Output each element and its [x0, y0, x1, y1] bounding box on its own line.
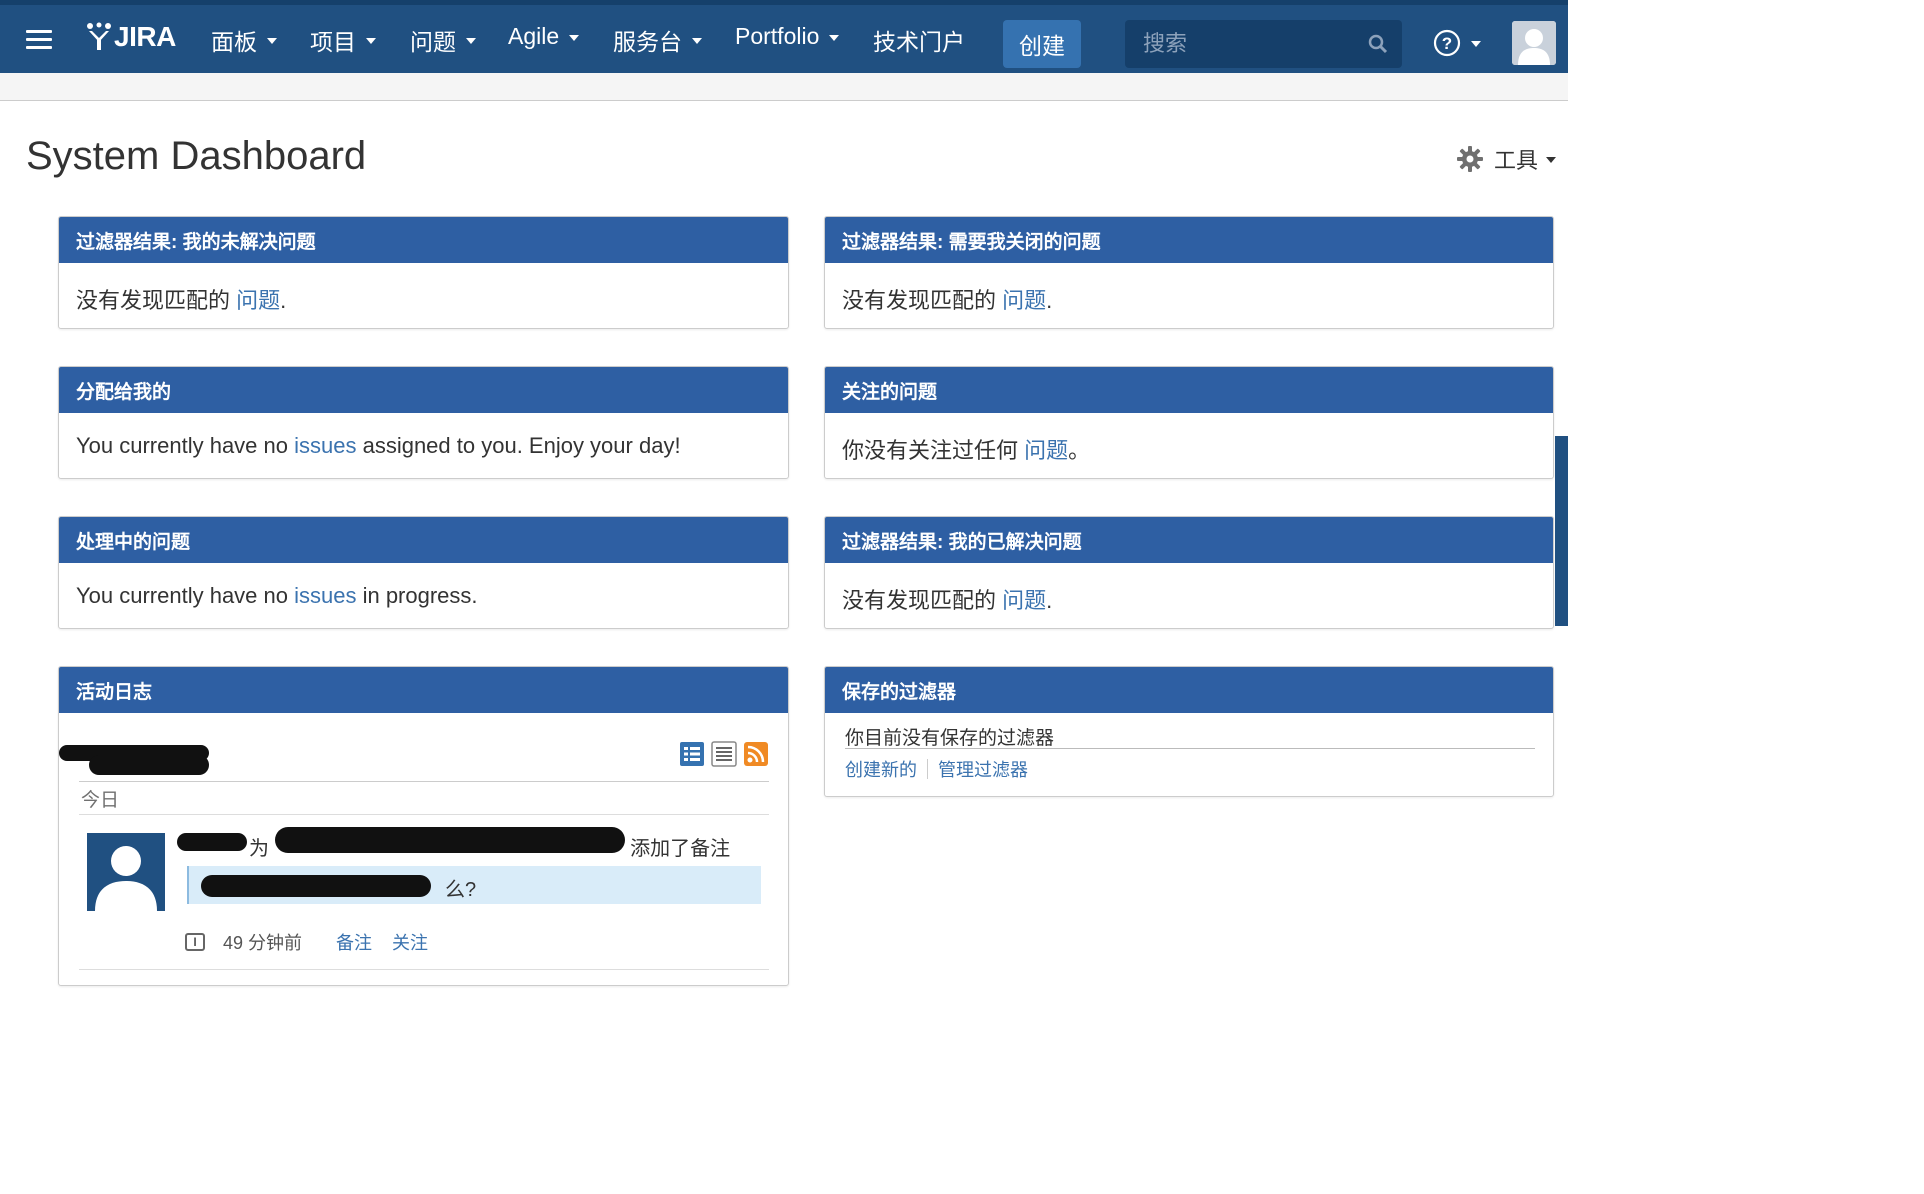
nav-dashboards[interactable]: 面板 — [211, 23, 277, 57]
gadget-issues-to-close: 过滤器结果: 需要我关闭的问题 没有发现匹配的 问题. — [824, 216, 1554, 329]
issues-link[interactable]: issues — [294, 433, 356, 458]
nav-service-desk[interactable]: 服务台 — [613, 23, 702, 57]
gadget-title: 分配给我的 — [59, 367, 788, 413]
gadget-title: 关注的问题 — [825, 367, 1553, 413]
issues-link[interactable]: 问题 — [1024, 438, 1068, 463]
issue-type-icon: I — [185, 933, 205, 951]
today-label: 今日 — [81, 790, 120, 811]
activity-footer: I 49 分钟前 备注 关注 — [185, 929, 428, 955]
user-silhouette-icon — [1512, 21, 1556, 65]
redacted-scribble — [201, 875, 431, 897]
gadget-resolved-issues: 过滤器结果: 我的已解决问题 没有发现匹配的 问题. — [824, 516, 1554, 629]
list-view-icon[interactable] — [711, 741, 737, 767]
stream-view-controls — [679, 741, 769, 767]
user-avatar[interactable] — [1512, 21, 1556, 65]
chevron-down-icon — [569, 34, 580, 41]
divider — [79, 814, 769, 815]
nav-issues[interactable]: 问题 — [410, 23, 476, 57]
comment-link[interactable]: 备注 — [336, 929, 372, 955]
chevron-down-icon — [692, 38, 702, 44]
logo-text: JIRA — [114, 21, 176, 52]
nav-portfolio-label: Portfolio — [735, 23, 820, 49]
chevron-down-icon — [267, 38, 277, 44]
activity-time: 49 分钟前 — [223, 933, 303, 953]
gadget-activity-stream: 活动日志 今日 为 添加了备注 么? I 49 分钟前 备注 关注 — [58, 666, 789, 986]
user-silhouette-icon — [87, 833, 165, 911]
divider — [79, 969, 769, 970]
nav-projects[interactable]: 项目 — [310, 23, 376, 57]
rss-feed-icon[interactable] — [743, 741, 769, 767]
comment-quote-text: 么? — [445, 879, 477, 901]
gadget-watched-issues: 关注的问题 你没有关注过任何 问题。 — [824, 366, 1554, 479]
page-title: System Dashboard — [26, 134, 367, 178]
issues-link[interactable]: issues — [294, 583, 356, 608]
saved-filters-links: 创建新的 管理过滤器 — [845, 756, 1028, 782]
link-separator — [927, 759, 928, 779]
sub-header-bar — [0, 73, 1568, 101]
manage-filters-link[interactable]: 管理过滤器 — [938, 756, 1028, 782]
chevron-down-icon — [466, 38, 476, 44]
gadget-message: 没有发现匹配的 问题. — [76, 288, 287, 313]
gadget-title: 处理中的问题 — [59, 517, 788, 563]
gadget-in-progress: 处理中的问题 You currently have no issues in p… — [58, 516, 789, 629]
nav-service-desk-label: 服务台 — [613, 29, 682, 55]
full-view-icon[interactable] — [679, 741, 705, 767]
activity-action: 添加了备注 — [630, 838, 731, 860]
menu-icon[interactable] — [26, 30, 52, 50]
gadget-title: 活动日志 — [59, 667, 788, 713]
search-input[interactable] — [1141, 30, 1355, 58]
nav-tech-portal[interactable]: 技术门户 — [873, 23, 965, 57]
gadget-message: 没有发现匹配的 问题. — [842, 288, 1053, 313]
tools-label: 工具 — [1494, 148, 1539, 173]
top-navigation-bar: JIRA 面板 项目 问题 Agile 服务台 Portfolio 技术门户 创… — [0, 0, 1568, 73]
saved-filters-message: 你目前没有保存的过滤器 — [845, 728, 1055, 749]
chevron-down-icon — [366, 38, 376, 44]
search-icon[interactable] — [1368, 34, 1388, 54]
chevron-down-icon — [829, 34, 840, 41]
jira-logo[interactable]: JIRA — [86, 21, 176, 53]
activity-user-avatar[interactable] — [87, 833, 165, 911]
gear-icon — [1457, 146, 1483, 172]
gadget-saved-filters: 保存的过滤器 你目前没有保存的过滤器 创建新的 管理过滤器 — [824, 666, 1554, 797]
search-box — [1125, 20, 1402, 68]
svg-text:?: ? — [1442, 34, 1452, 53]
gadget-message: You currently have no issues assigned to… — [76, 433, 681, 458]
redacted-scribble — [177, 833, 247, 851]
create-filter-link[interactable]: 创建新的 — [845, 756, 917, 782]
gadget-assigned-to-me: 分配给我的 You currently have no issues assig… — [58, 366, 789, 479]
divider — [845, 748, 1535, 749]
gadget-title: 过滤器结果: 我的已解决问题 — [825, 517, 1553, 563]
nav-dashboards-label: 面板 — [211, 29, 257, 55]
redacted-scribble — [89, 755, 209, 775]
issues-link[interactable]: 问题 — [1002, 288, 1046, 313]
issues-link[interactable]: 问题 — [1002, 588, 1046, 613]
gadget-title: 过滤器结果: 需要我关闭的问题 — [825, 217, 1553, 263]
redacted-scribble — [275, 827, 625, 853]
gadget-message: You currently have no issues in progress… — [76, 583, 478, 608]
help-menu[interactable]: ? — [1433, 29, 1481, 57]
feedback-tab[interactable] — [1555, 436, 1568, 626]
activity-verb-for: 为 — [249, 838, 269, 860]
gadget-message: 没有发现匹配的 问题. — [842, 588, 1053, 613]
nav-tech-portal-label: 技术门户 — [873, 29, 965, 55]
nav-projects-label: 项目 — [310, 29, 356, 55]
help-icon: ? — [1433, 29, 1461, 57]
nav-agile-label: Agile — [508, 23, 560, 49]
chevron-down-icon — [1546, 157, 1557, 163]
nav-agile[interactable]: Agile — [508, 23, 580, 50]
issues-link[interactable]: 问题 — [236, 288, 280, 313]
gadget-message: 你没有关注过任何 问题。 — [842, 438, 1091, 463]
watch-link[interactable]: 关注 — [392, 929, 428, 955]
gadget-title: 保存的过滤器 — [825, 667, 1553, 713]
gadget-unresolved-issues: 过滤器结果: 我的未解决问题 没有发现匹配的 问题. — [58, 216, 789, 329]
gadget-title: 过滤器结果: 我的未解决问题 — [59, 217, 788, 263]
create-button[interactable]: 创建 — [1003, 20, 1081, 68]
jira-logo-icon — [87, 22, 111, 50]
chevron-down-icon — [1471, 41, 1481, 47]
nav-issues-label: 问题 — [410, 29, 456, 55]
tools-menu[interactable]: 工具 — [1456, 143, 1557, 175]
nav-portfolio[interactable]: Portfolio — [735, 23, 840, 50]
